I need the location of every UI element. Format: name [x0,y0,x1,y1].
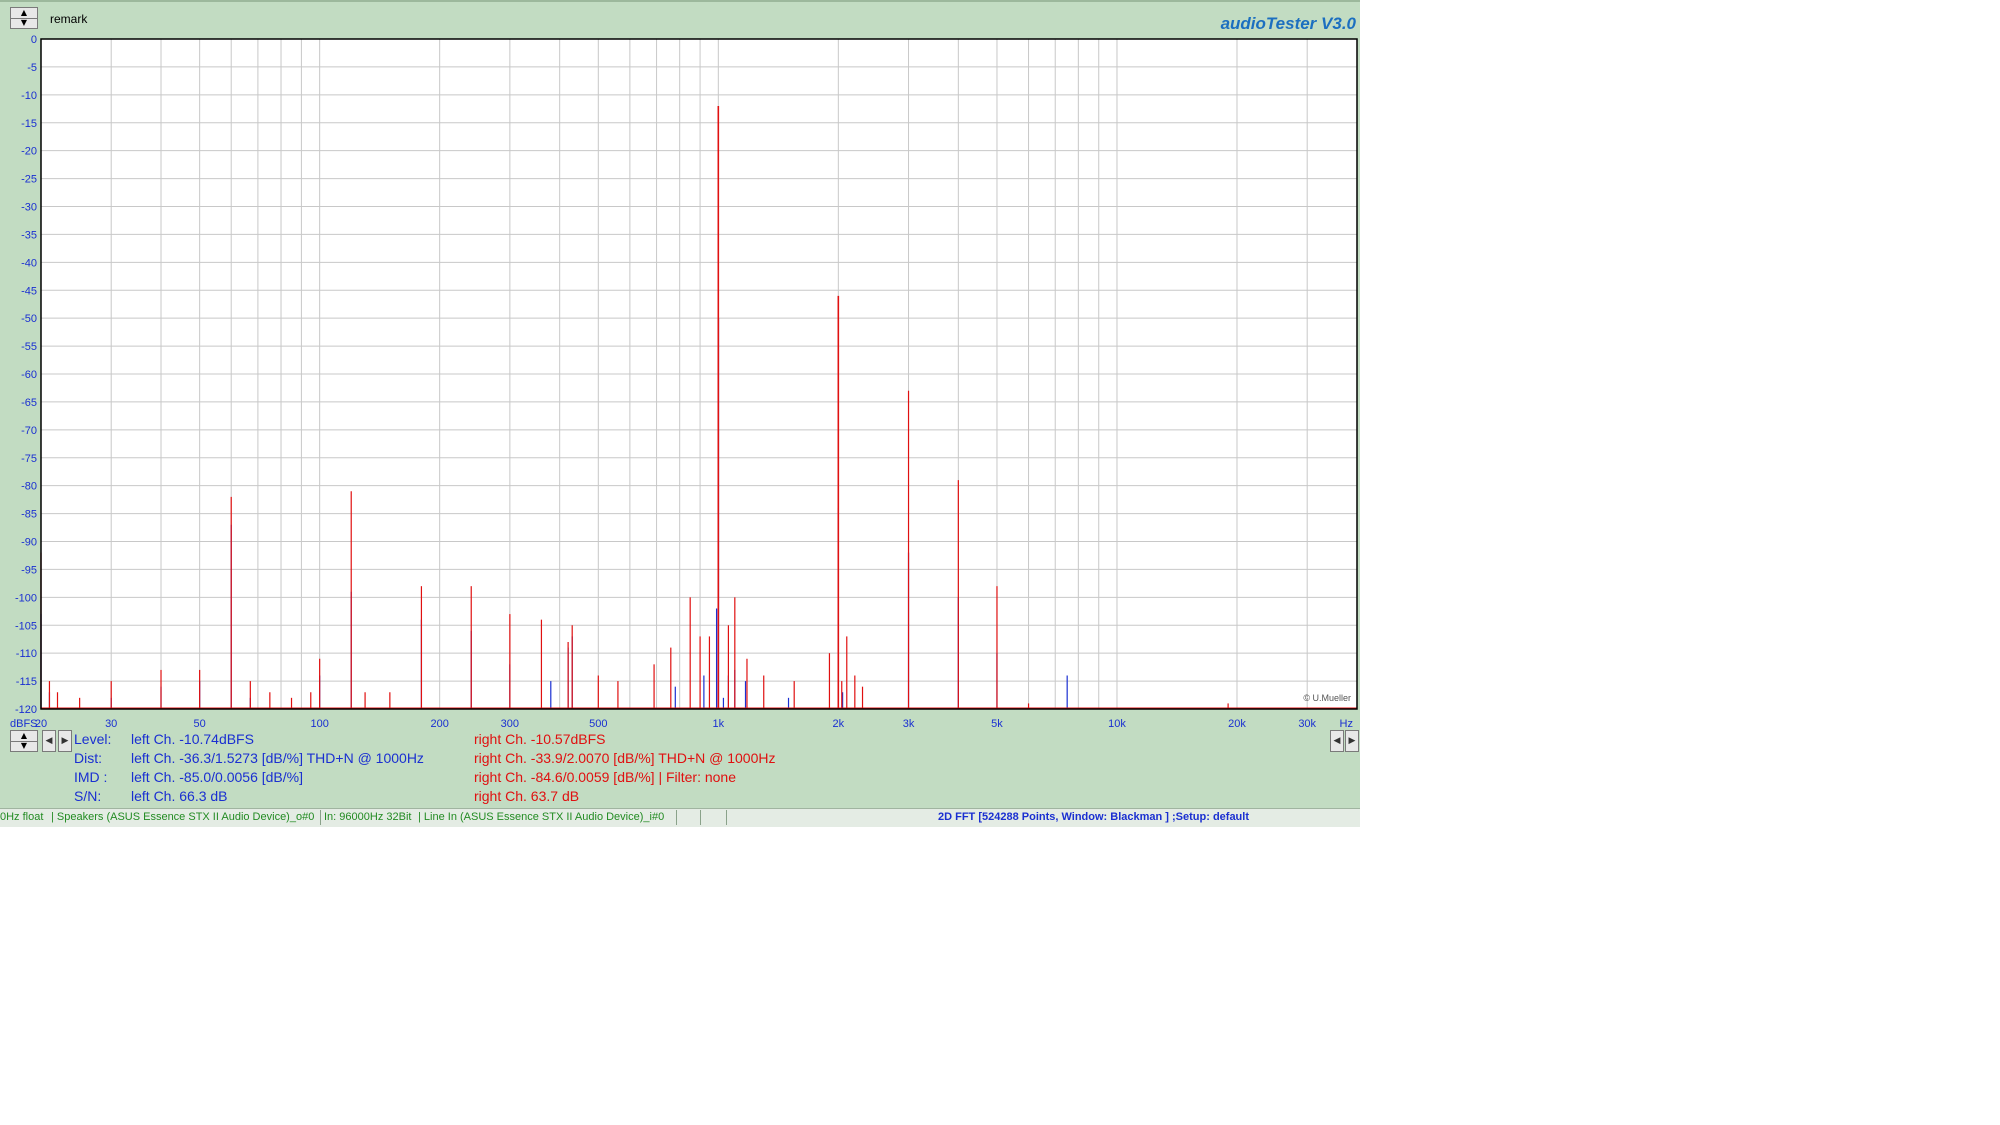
y-tick-label: -115 [16,676,37,688]
copyright-label: © U.Mueller [1303,693,1351,703]
y-tick-label: -50 [21,313,37,325]
y-tick-label: -35 [21,229,37,241]
input-device: | Line In (ASUS Essence STX II Audio Dev… [418,811,665,823]
y-tick-label: -20 [21,146,37,158]
triangle-left-icon[interactable]: ◀ [42,730,56,752]
audiotester-window: ▲ ▼ remark audioTester V3.0 0 -5 -10 -15 -20… [0,0,1360,827]
left-level-value: left Ch. -10.74dBFS [131,731,254,747]
dist-label: Dist: [74,750,102,766]
status-bar: 0Hz float | Speakers (ASUS Essence STX I… [0,808,1360,827]
y-tick-label: -80 [21,481,37,493]
triangle-down-icon[interactable]: ▼ [11,741,37,751]
status-divider [700,810,701,825]
measurement-readout: ▲ ▼ ◀ ▶ ◀ ▶ Level: Dist: IMD : S/N: left… [0,728,1360,808]
fft-chart: 0 -5 -10 -15 -20 -25 -30 -35 -40 -45 -50 -55 -60 -65 -… [10,34,1358,730]
y-tick-label: -5 [27,62,37,74]
y-tick-label: -45 [21,285,37,297]
fft-info: 2D FFT [524288 Points, Window: Blackman … [938,811,1249,823]
status-divider [726,810,727,825]
y-tick-label: -15 [21,118,37,130]
y-tick-label: -10 [21,90,37,102]
y-tick-label: -65 [21,397,37,409]
y-tick-label: 0 [31,34,37,46]
y-tick-label: -75 [21,453,37,465]
y-tick-label: -90 [21,537,37,549]
input-format: In: 96000Hz 32Bit [324,811,412,823]
y-tick-label: -30 [21,202,37,214]
y-tick-label: -120 [15,704,37,716]
output-format: 0Hz float [0,811,44,823]
right-sn-value: right Ch. 63.7 dB [474,788,580,804]
right-dist-value: right Ch. -33.9/2.0070 [dB/%] THD+N @ 10… [474,750,776,766]
status-divider [320,810,321,825]
y-tick-label: -95 [21,564,37,576]
triangle-right-icon[interactable]: ▶ [1345,730,1359,752]
y-tick-label: -105 [15,620,37,632]
level-label: Level: [74,731,112,747]
imd-label: IMD : [74,769,108,785]
sn-label: S/N: [74,788,102,804]
output-device: | Speakers (ASUS Essence STX II Audio De… [51,811,315,823]
left-imd-value: left Ch. -85.0/0.0056 [dB/%] [131,769,303,785]
y-tick-label: -60 [21,369,37,381]
status-divider [676,810,677,825]
y-tick-label: -100 [15,592,37,604]
right-level-value: right Ch. -10.57dBFS [474,731,606,747]
triangle-right-icon[interactable]: ▶ [58,730,72,752]
y-tick-label: -85 [21,509,37,521]
left-dist-value: left Ch. -36.3/1.5273 [dB/%] THD+N @ 100… [131,750,424,766]
left-sn-value: left Ch. 66.3 dB [131,788,228,804]
readout-spinner[interactable]: ▲ ▼ [10,730,38,752]
y-tick-label: -110 [16,648,37,660]
y-tick-label: -55 [21,341,37,353]
y-tick-label: -40 [21,257,37,269]
triangle-left-icon[interactable]: ◀ [1330,730,1344,752]
y-tick-label: -70 [21,425,37,437]
y-tick-label: -25 [21,174,37,186]
right-imd-value: right Ch. -84.6/0.0059 [dB/%] | Filter: … [474,769,737,785]
